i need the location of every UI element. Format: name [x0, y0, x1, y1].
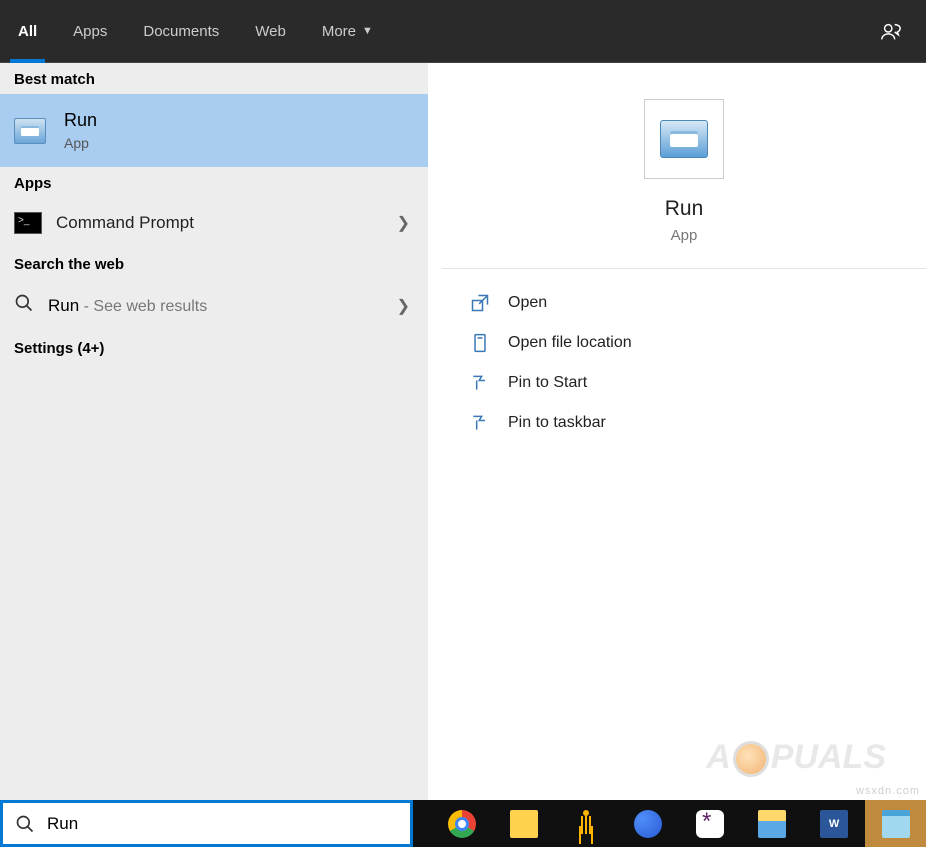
taskbar-app-file-explorer[interactable]: [741, 800, 803, 847]
tab-more-label: More: [322, 23, 356, 40]
chrome-icon: [448, 810, 476, 838]
pin-icon: [470, 373, 490, 393]
tab-more[interactable]: More ▼: [304, 0, 391, 63]
taskbar-app-chrome[interactable]: [431, 800, 493, 847]
section-best-match: Best match: [0, 63, 428, 94]
taskbar: W: [0, 800, 926, 847]
preview-title: Run: [665, 197, 704, 221]
action-pin-to-start[interactable]: Pin to Start: [466, 363, 902, 403]
action-pin-to-taskbar[interactable]: Pin to taskbar: [466, 403, 902, 443]
taskbar-app-word[interactable]: W: [803, 800, 865, 847]
search-icon: [15, 814, 35, 834]
chevron-down-icon: ▼: [362, 25, 373, 37]
search-results-area: Best match Run App Apps Command Prompt ❯…: [0, 63, 926, 800]
result-command-prompt[interactable]: Command Prompt ❯: [0, 198, 428, 248]
preview-header: Run App: [442, 63, 926, 269]
tab-all[interactable]: All: [0, 0, 55, 63]
tab-documents[interactable]: Documents: [125, 0, 237, 63]
best-match-title: Run: [64, 110, 97, 131]
word-icon: W: [820, 810, 848, 838]
watermark-site: wsxdn.com: [856, 785, 920, 797]
tab-web[interactable]: Web: [237, 0, 304, 63]
taskbar-search[interactable]: [0, 800, 413, 847]
chevron-right-icon: ❯: [397, 213, 410, 233]
taskbar-search-input[interactable]: [47, 814, 410, 834]
preview-pane: Run App Open Open file location Pin to S…: [442, 63, 926, 800]
action-label: Open file location: [508, 334, 632, 352]
chevron-right-icon: ❯: [397, 296, 410, 316]
run-app-icon: [660, 120, 708, 158]
results-list: Best match Run App Apps Command Prompt ❯…: [0, 63, 428, 800]
result-web-search[interactable]: Run - See web results ❯: [0, 279, 428, 332]
taskbar-app-slack[interactable]: [679, 800, 741, 847]
sticky-notes-icon: [510, 810, 538, 838]
slack-icon: [696, 810, 724, 838]
search-filter-tabs: All Apps Documents Web More ▼: [0, 0, 926, 63]
result-label: Command Prompt: [56, 213, 194, 233]
best-match-result[interactable]: Run App: [0, 94, 428, 167]
taskbar-app-sticky-notes[interactable]: [493, 800, 555, 847]
pin-icon: [470, 413, 490, 433]
action-open[interactable]: Open: [466, 283, 902, 323]
action-label: Pin to taskbar: [508, 414, 606, 432]
watermark-brand: APUALS: [706, 738, 886, 777]
taskbar-app-figure[interactable]: [555, 800, 617, 847]
feedback-icon: [880, 21, 902, 43]
action-open-file-location[interactable]: Open file location: [466, 323, 902, 363]
preview-app-tile[interactable]: [644, 99, 724, 179]
feedback-button[interactable]: [880, 0, 902, 63]
mascot-icon: [733, 741, 769, 777]
taskbar-pinned-apps: W: [431, 800, 865, 847]
action-label: Open: [508, 294, 547, 312]
section-apps: Apps: [0, 167, 428, 198]
command-prompt-icon: [14, 212, 42, 234]
taskbar-app-notepad[interactable]: [865, 800, 926, 847]
open-icon: [470, 293, 490, 313]
folder-location-icon: [470, 333, 490, 353]
person-icon: [576, 810, 596, 838]
action-label: Pin to Start: [508, 374, 587, 392]
section-search-web: Search the web: [0, 248, 428, 279]
web-query: Run: [48, 296, 79, 315]
tab-apps[interactable]: Apps: [55, 0, 125, 63]
run-app-icon: [14, 118, 46, 144]
preview-actions: Open Open file location Pin to Start Pin…: [442, 269, 926, 457]
preview-subtitle: App: [671, 227, 698, 244]
best-match-subtitle: App: [64, 135, 97, 151]
pane-divider: [428, 63, 442, 800]
web-hint: - See web results: [79, 298, 207, 315]
notepad-icon: [882, 810, 910, 838]
chat-icon: [634, 810, 662, 838]
file-explorer-icon: [758, 810, 786, 838]
search-icon: [14, 293, 34, 318]
taskbar-app-chat[interactable]: [617, 800, 679, 847]
section-settings: Settings (4+): [0, 332, 428, 363]
